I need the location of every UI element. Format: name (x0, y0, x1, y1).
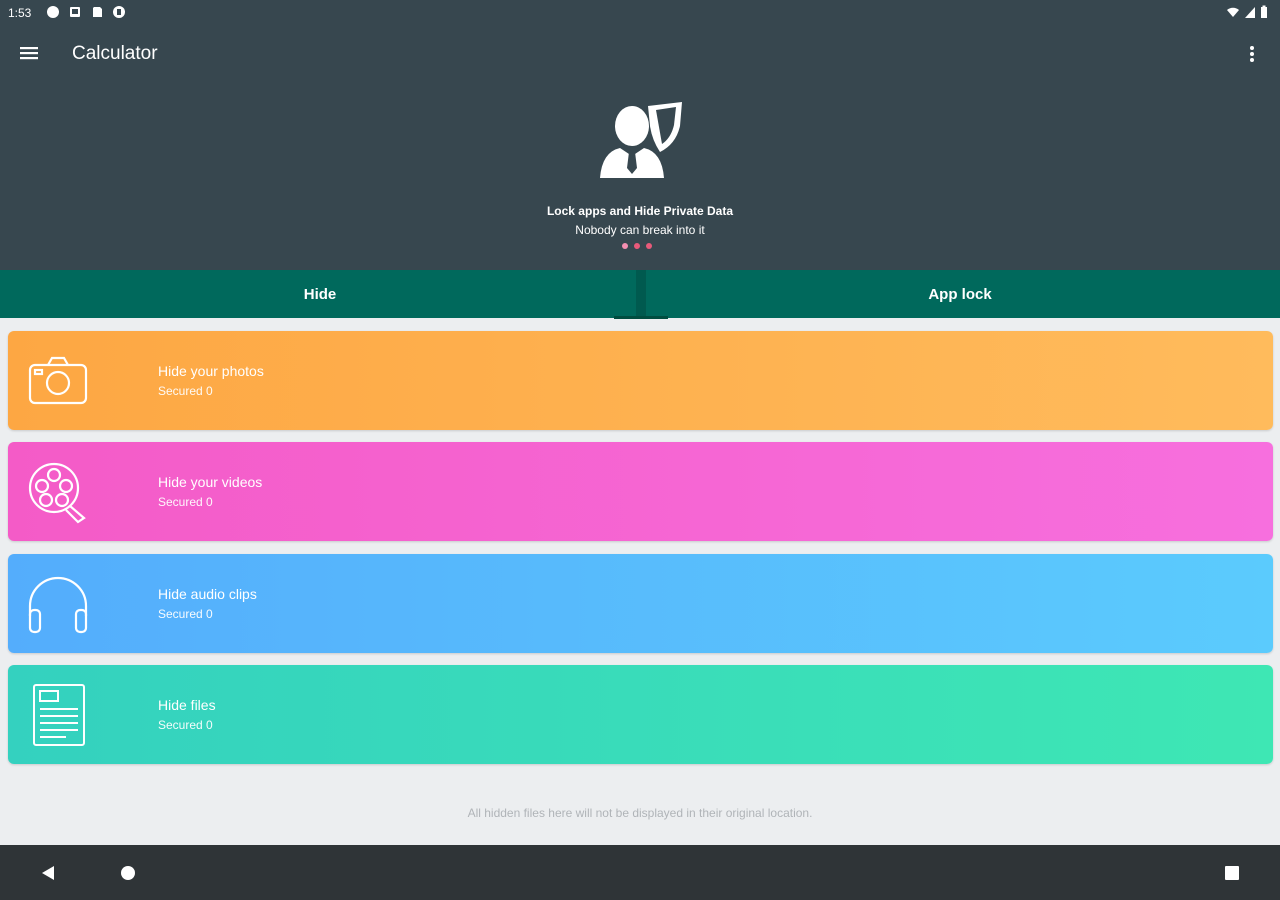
hero-title: Lock apps and Hide Private Data (546, 204, 734, 218)
recents-icon[interactable] (1222, 863, 1242, 883)
carousel-dot[interactable] (634, 243, 640, 249)
user-shield-icon (596, 100, 686, 182)
tab-hide[interactable]: Hide (0, 270, 640, 318)
image-notification-icon (68, 5, 82, 19)
card-subtitle: Secured 0 (158, 384, 213, 398)
tab-app-lock[interactable]: App lock (640, 270, 1280, 318)
carousel-dot[interactable] (622, 243, 628, 249)
wifi-icon (1226, 5, 1240, 22)
hide-photos-card[interactable]: Hide your photos Secured 0 (8, 331, 1273, 430)
carousel-dot[interactable] (646, 243, 652, 249)
card-subtitle: Secured 0 (158, 607, 213, 621)
footer-note: All hidden files here will not be displa… (467, 806, 813, 820)
card-title: Hide audio clips (158, 586, 257, 602)
app-header: Calculator Lock apps and Hide Private Da… (0, 26, 1280, 270)
battery-icon (1260, 5, 1268, 22)
film-reel-icon (26, 460, 90, 524)
headphones-icon (26, 572, 90, 636)
card-subtitle: Secured 0 (158, 718, 213, 732)
tab-bar: Hide App lock (0, 270, 1280, 318)
card-subtitle: Secured 0 (158, 495, 213, 509)
notification-icons (46, 5, 126, 19)
tab-indicator (614, 316, 668, 319)
card-title: Hide your videos (158, 474, 263, 490)
card-title: Hide files (158, 697, 216, 713)
menu-icon[interactable] (18, 42, 42, 66)
overflow-menu-icon[interactable] (1244, 42, 1260, 66)
status-bar: 1:53 (0, 0, 1280, 26)
app-notification-icon (112, 5, 126, 19)
hide-files-card[interactable]: Hide files Secured 0 (8, 665, 1273, 764)
hide-audio-card[interactable]: Hide audio clips Secured 0 (8, 554, 1273, 653)
home-icon[interactable] (118, 863, 138, 883)
system-nav-bar (0, 845, 1280, 900)
system-status-icons (1226, 5, 1268, 22)
carousel-indicator[interactable] (622, 243, 652, 249)
app-title: Calculator (72, 43, 158, 64)
tab-divider (636, 270, 646, 318)
document-icon (26, 683, 90, 747)
hero-subtitle: Nobody can break into it (575, 223, 705, 237)
sd-card-icon (90, 5, 104, 19)
camera-icon (26, 349, 90, 413)
back-icon[interactable] (38, 863, 58, 883)
circle-notification-icon (46, 5, 60, 19)
hide-videos-card[interactable]: Hide your videos Secured 0 (8, 442, 1273, 541)
card-title: Hide your photos (158, 363, 264, 379)
signal-icon (1244, 5, 1256, 22)
status-time: 1:53 (8, 6, 32, 20)
